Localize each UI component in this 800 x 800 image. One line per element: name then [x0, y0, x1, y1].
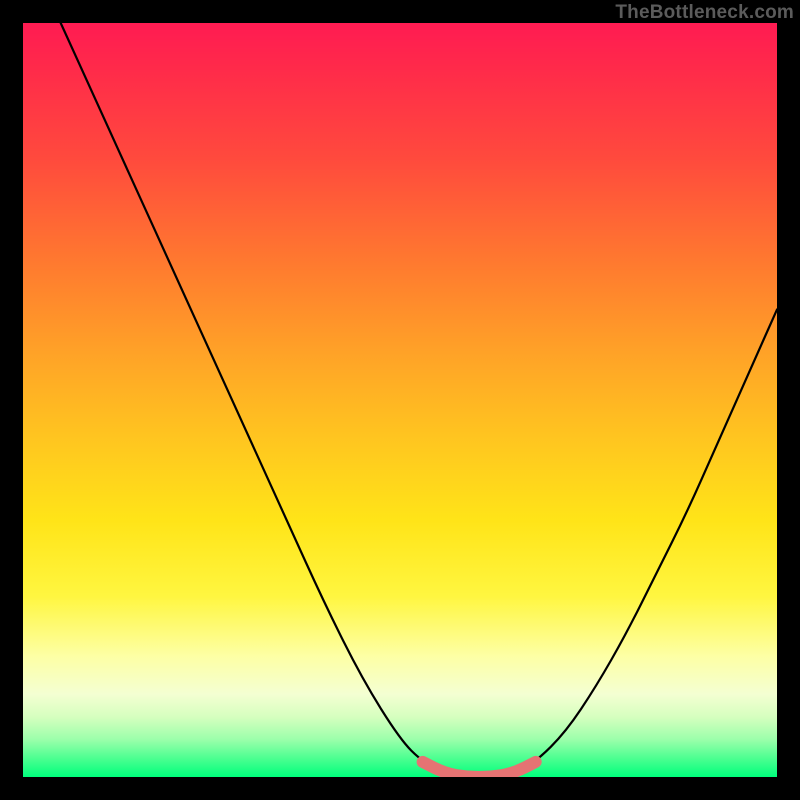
chart-frame: TheBottleneck.com: [0, 0, 800, 800]
valley-highlight: [423, 762, 536, 777]
curve-path: [61, 23, 777, 777]
bottleneck-curve: [61, 23, 777, 777]
plot-area: [23, 23, 777, 777]
highlight-path: [423, 762, 536, 777]
watermark-text: TheBottleneck.com: [615, 2, 794, 24]
curve-svg: [23, 23, 777, 777]
